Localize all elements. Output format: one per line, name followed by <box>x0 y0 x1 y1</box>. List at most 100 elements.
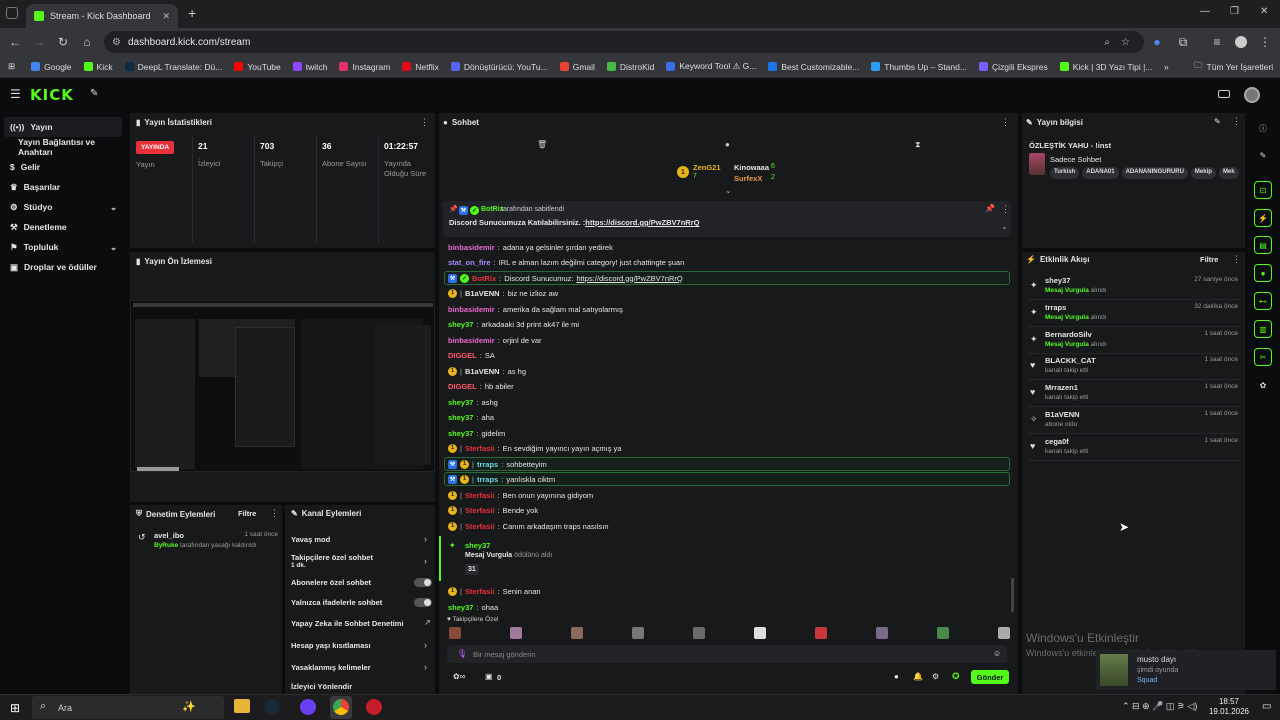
chat-username[interactable]: binbasidemir <box>448 305 495 314</box>
mod-action-user[interactable]: avel_ibo <box>154 531 184 540</box>
sidebar-item-drops[interactable]: ▣ Droplar ve ödüller <box>0 257 126 277</box>
emote-icon[interactable] <box>937 627 949 639</box>
profile-avatar[interactable] <box>1230 31 1252 53</box>
new-tab-icon[interactable]: + <box>188 5 196 21</box>
emotes-only-toggle[interactable] <box>414 598 432 607</box>
more-tools-icon[interactable]: ✿ <box>1254 376 1272 394</box>
chat-rail-icon[interactable]: ● <box>1254 264 1272 282</box>
activity-user[interactable]: trraps <box>1045 303 1066 312</box>
pencil-icon[interactable]: ✎ <box>1254 146 1272 164</box>
hamburger-menu-icon[interactable]: ☰ <box>10 87 21 101</box>
chat-username[interactable]: shey37 <box>448 398 473 407</box>
home-icon[interactable]: ⌂ <box>76 31 98 53</box>
minimize-icon[interactable]: — <box>1200 6 1210 17</box>
taskbar-search[interactable]: ⌕ Ara ✨ <box>32 696 224 719</box>
activity-item[interactable]: ✦ trraps Mesaj Vurgula alındı 32 dakika önc… <box>1028 301 1240 327</box>
chat-bubble-icon[interactable]: ● <box>725 140 730 149</box>
activity-user[interactable]: BernardoSilv <box>1045 330 1092 339</box>
send-button[interactable]: Gönder <box>971 670 1009 684</box>
stream-tag[interactable]: Mekip <box>1190 167 1216 179</box>
sidebar-item-community[interactable]: ⚑ Topluluk ⌄ <box>0 237 126 257</box>
banned-words-action[interactable]: Yasaklanmış kelimeler <box>291 663 371 672</box>
bookmark-item[interactable]: Çizgili Ekspres <box>973 62 1054 72</box>
user-avatar[interactable] <box>1244 87 1260 103</box>
activity-user[interactable]: shey37 <box>1045 276 1070 285</box>
windows-start-icon[interactable]: ⊞ <box>10 701 20 715</box>
mod-menu-icon[interactable]: ⋮ <box>270 508 279 519</box>
discord-icon[interactable] <box>300 699 316 715</box>
pinned-link[interactable]: https://discord.gg/PwZBV7nRrQ <box>585 218 699 227</box>
emote-icon[interactable] <box>876 627 888 639</box>
chat-username[interactable]: B1aVENN <box>465 289 500 298</box>
bookmark-item[interactable]: Google <box>25 62 77 72</box>
tray-icons[interactable]: ⌃ ⊟ ⊕ 🎤 ◫ ⚞ ◁) <box>1122 701 1197 712</box>
menu-kebab-icon[interactable]: ⋮ <box>1254 31 1276 53</box>
activity-user[interactable]: cega0f <box>1045 437 1069 446</box>
tab-kick-dashboard[interactable]: Stream - Kick Dashboard ✕ <box>26 4 178 28</box>
clipboard-icon[interactable]: ▤ <box>1254 236 1272 254</box>
activity-item[interactable]: ♥ Mrrazen1 kanalı takip etti 1 saat önce <box>1028 381 1240 408</box>
activity-user[interactable]: BLACKK_CAT <box>1045 356 1096 365</box>
close-window-icon[interactable]: ✕ <box>1260 6 1268 17</box>
all-bookmarks-folder[interactable]: 🗀 Tüm Yer İşaretleri <box>1188 60 1279 74</box>
url-input[interactable]: ⚙ dashboard.kick.com/stream ⌕ ☆ <box>104 31 1144 53</box>
emote-icon[interactable] <box>754 627 766 639</box>
chat-username[interactable]: DIGGEL <box>448 351 477 360</box>
chat-scrollbar[interactable] <box>1011 578 1014 612</box>
stream-info-menu-icon[interactable]: ⋮ <box>1232 116 1241 127</box>
chat-link[interactable]: https://discord.gg/PwZBV7nRrQ <box>576 274 682 283</box>
tab-search-icon[interactable] <box>6 7 18 19</box>
activity-menu-icon[interactable]: ⋮ <box>1232 254 1241 265</box>
link-rail-icon[interactable]: ⊷ <box>1254 292 1272 310</box>
activity-user[interactable]: Mrrazen1 <box>1045 383 1078 392</box>
wrench-rail-icon[interactable]: ✂ <box>1254 348 1272 366</box>
bookmark-item[interactable]: twitch <box>287 62 334 72</box>
category-name[interactable]: Sadece Sohbet <box>1050 155 1101 164</box>
activity-user[interactable]: B1aVENN <box>1045 410 1080 419</box>
chat-username[interactable]: Sterfasii <box>465 587 495 596</box>
chat-username[interactable]: shey37 <box>448 603 473 612</box>
bookmark-item[interactable]: Best Customizable... <box>762 62 865 72</box>
edit-pencil-icon[interactable]: ✎ <box>1214 117 1221 126</box>
subscribers-only-toggle[interactable] <box>414 578 432 587</box>
chat-username[interactable]: shey37 <box>448 429 473 438</box>
gifter-3-name[interactable]: SurfexX <box>734 174 762 183</box>
reload-icon[interactable]: ↻ <box>52 31 74 53</box>
slow-mode-action[interactable]: Yavaş mod <box>291 535 330 544</box>
kick-logo[interactable]: KICK <box>30 86 74 104</box>
emote-icon[interactable] <box>571 627 583 639</box>
rail-tool-1-icon[interactable]: ⊡ <box>1254 181 1272 199</box>
bookmark-item[interactable]: Instagram <box>333 62 396 72</box>
chat-username[interactable]: Sterfasii <box>465 506 495 515</box>
chat-input[interactable]: 🎙 Bir mesaj gönderin ☺ <box>447 645 1007 663</box>
emote-icon[interactable] <box>510 627 522 639</box>
chat-username[interactable]: B1aVENN <box>465 367 500 376</box>
activity-item[interactable]: ✦ shey37 Mesaj Vurgula alındı 27 saniye önc… <box>1028 274 1240 300</box>
emote-icon[interactable] <box>998 627 1010 639</box>
chat-username[interactable]: binbasidemir <box>448 243 495 252</box>
ai-moderation-action[interactable]: Yapay Zeka ile Sohbet Denetimi <box>291 619 404 628</box>
hourglass-icon[interactable]: ⧗ <box>915 140 921 150</box>
chat-bubble-icon[interactable]: ● <box>894 672 899 681</box>
activity-filter-button[interactable]: Filtre <box>1200 255 1218 264</box>
chat-username[interactable]: DIGGEL <box>448 382 477 391</box>
extension-icon[interactable]: ● <box>1146 31 1168 53</box>
activity-item[interactable]: ✦ BernardoSilv Mesaj Vurgula alındı 1 saat … <box>1028 328 1240 354</box>
channel-points-icon[interactable]: ✿∞ <box>453 672 465 681</box>
settings-gear-icon[interactable]: ⚙ <box>932 672 939 681</box>
forward-icon[interactable]: → <box>28 31 50 53</box>
bookmark-star-icon[interactable]: ☆ <box>1121 37 1130 48</box>
mic-icon[interactable]: 🎙 <box>457 649 467 658</box>
chevron-right-icon[interactable]: › <box>424 640 427 650</box>
bookmark-item[interactable]: DeepL Translate: Dü... <box>119 62 229 72</box>
unpin-icon[interactable]: 📌 <box>985 204 995 213</box>
chat-username[interactable]: binbasidemir <box>448 336 495 345</box>
game-notification[interactable]: musto dayı şimdi oyunda Squad <box>1096 650 1276 690</box>
followers-only-action[interactable]: Takipçilere özel sohbet <box>291 553 373 562</box>
bookmark-item[interactable]: Netflix <box>396 62 445 72</box>
gifter-1-name[interactable]: ZenG21 <box>693 163 721 172</box>
chat-menu-icon[interactable]: ⋮ <box>1001 117 1010 128</box>
chevron-right-icon[interactable]: › <box>424 662 427 672</box>
chat-username[interactable]: Sterfasii <box>465 522 495 531</box>
bookmark-item[interactable]: YouTube <box>228 62 286 72</box>
